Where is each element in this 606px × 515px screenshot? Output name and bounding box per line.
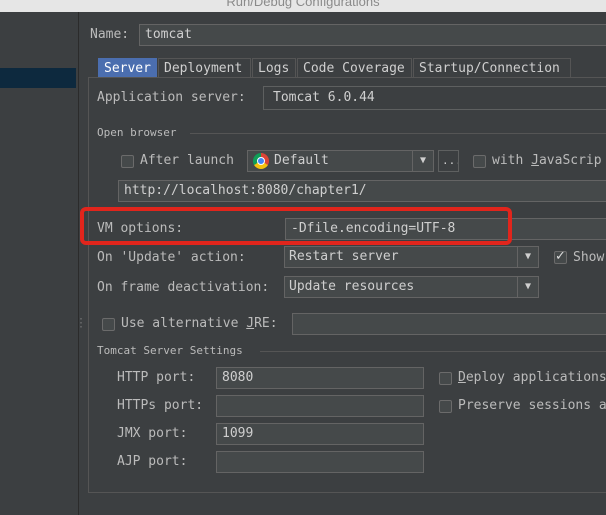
splitter-handle-icon[interactable]: · · · <box>78 315 84 333</box>
http-port-label: HTTP port: <box>117 370 196 385</box>
alternative-jre-input[interactable] <box>292 313 606 335</box>
on-update-select-value: Restart server <box>289 249 399 264</box>
deploy-applications-label: Deploy applications <box>458 370 606 385</box>
application-server-label: Application server: <box>97 90 246 105</box>
open-browser-label: Open browser <box>97 126 177 139</box>
chevron-down-icon: ▼ <box>412 151 433 171</box>
config-tree-selected-item[interactable] <box>0 68 76 88</box>
after-launch-label: After launch <box>140 153 234 168</box>
with-javascript-label: with JavaScrip <box>492 153 602 168</box>
use-alternative-jre-checkbox[interactable] <box>102 318 115 331</box>
on-frame-deactivation-select[interactable]: Update resources ▼ <box>284 276 539 298</box>
browser-select-value: Default <box>274 153 329 168</box>
on-frame-deactivation-value: Update resources <box>289 279 415 294</box>
https-port-label: HTTPs port: <box>117 398 204 413</box>
on-update-label: On 'Update' action: <box>97 250 246 265</box>
chevron-down-icon: ▼ <box>517 277 538 297</box>
open-browser-separator <box>190 133 606 134</box>
jmx-port-input[interactable]: 1099 <box>216 423 424 445</box>
name-input[interactable]: tomcat <box>139 24 606 46</box>
on-frame-deactivation-label: On frame deactivation: <box>97 280 270 295</box>
preserve-sessions-checkbox[interactable] <box>439 400 452 413</box>
name-label: Name: <box>90 27 130 42</box>
jmx-port-label: JMX port: <box>117 426 188 441</box>
http-port-input[interactable]: 8080 <box>216 367 424 389</box>
preserve-sessions-label: Preserve sessions a <box>458 398 606 413</box>
ajp-port-input[interactable] <box>216 451 424 473</box>
application-server-select[interactable]: Tomcat 6.0.44 <box>263 86 606 110</box>
browser-more-button[interactable]: ... <box>438 150 459 172</box>
tab-deployment[interactable]: Deployment <box>158 58 251 78</box>
show-label: Show <box>573 250 605 265</box>
deploy-applications-checkbox[interactable] <box>439 372 452 385</box>
on-update-select[interactable]: Restart server ▼ <box>284 246 539 268</box>
chrome-icon <box>253 153 269 169</box>
ajp-port-label: AJP port: <box>117 454 188 469</box>
tab-logs[interactable]: Logs <box>252 58 296 78</box>
tab-startup-connection[interactable]: Startup/Connection <box>413 58 571 78</box>
window-title: Run/Debug Configurations <box>226 0 380 9</box>
https-port-input[interactable] <box>216 395 424 417</box>
window-title-bar: Run/Debug Configurations <box>0 0 606 12</box>
browser-url-input[interactable]: http://localhost:8080/chapter1/ <box>118 180 606 202</box>
tab-code-coverage[interactable]: Code Coverage <box>297 58 412 78</box>
tomcat-settings-separator <box>260 351 606 352</box>
browser-select[interactable]: Default ▼ <box>247 150 434 172</box>
chevron-down-icon: ▼ <box>517 247 538 267</box>
after-launch-checkbox[interactable] <box>121 155 134 168</box>
with-javascript-checkbox[interactable] <box>473 155 486 168</box>
use-alternative-jre-label: Use alternative JRE: <box>121 316 278 331</box>
tomcat-settings-label: Tomcat Server Settings <box>97 344 243 357</box>
vm-options-highlight <box>80 207 512 245</box>
show-checkbox[interactable] <box>554 249 567 264</box>
tab-server[interactable]: Server <box>98 58 157 78</box>
